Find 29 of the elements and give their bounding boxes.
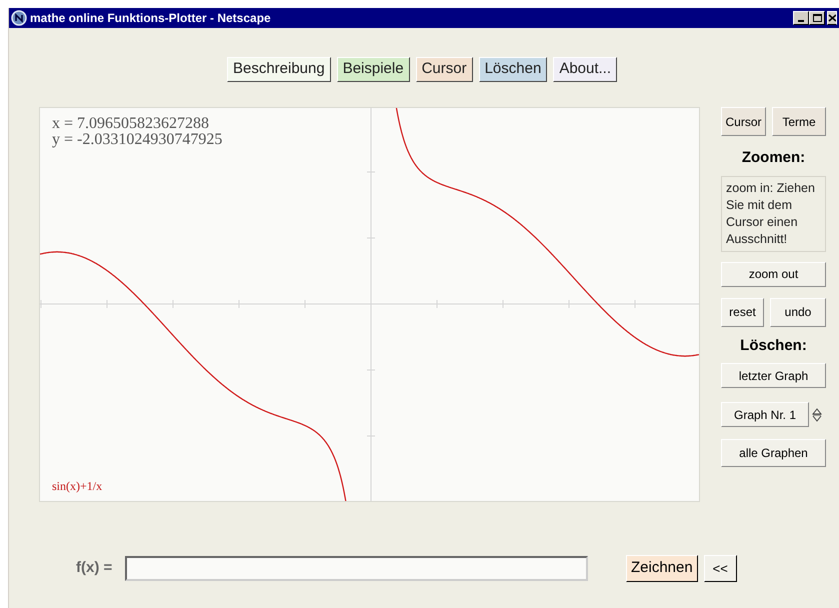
- draw-button[interactable]: Zeichnen: [626, 555, 698, 582]
- reset-button[interactable]: reset: [721, 298, 764, 326]
- cursor-coordinate: y = -2.0331024930747925: [52, 132, 222, 148]
- cursor-coordinate: x = 7.096505823627288: [52, 116, 210, 132]
- zoom-out-button[interactable]: zoom out: [721, 262, 826, 286]
- formula-input[interactable]: [125, 556, 588, 581]
- back-button[interactable]: <<: [704, 555, 737, 582]
- mode-button[interactable]: Cursor: [721, 107, 766, 136]
- undo-button[interactable]: undo: [770, 298, 826, 326]
- zoom-heading: Zoomen:: [740, 148, 806, 168]
- window-title: mathe online Funktions-Plotter - Netscape: [30, 10, 272, 27]
- last-graph-button[interactable]: letzter Graph: [721, 363, 826, 388]
- graph-select[interactable]: Graph Nr. 1: [721, 402, 809, 427]
- menu-button[interactable]: Beschreibung: [226, 57, 331, 82]
- minimize-button[interactable]: [793, 11, 809, 25]
- menu-button[interactable]: Beispiele: [336, 57, 410, 82]
- graph-label: sin(x)+1/x: [52, 478, 102, 495]
- delete-heading: Löschen:: [739, 336, 808, 356]
- zoom-hint: zoom in: Ziehen Sie mit dem Cursor einen Ausschnitt!: [721, 176, 826, 252]
- mode-button[interactable]: Terme: [772, 107, 826, 136]
- app-icon: [11, 10, 27, 26]
- menu-button[interactable]: About...: [553, 57, 618, 82]
- close-button[interactable]: [827, 11, 837, 25]
- menu-button[interactable]: Löschen: [478, 57, 548, 82]
- formula-label: f(x) =: [76, 558, 114, 578]
- all-graphs-button[interactable]: alle Graphen: [721, 439, 826, 467]
- spinner-icon[interactable]: [812, 408, 822, 422]
- menu-button[interactable]: Cursor: [416, 57, 473, 82]
- maximize-button[interactable]: [809, 11, 825, 25]
